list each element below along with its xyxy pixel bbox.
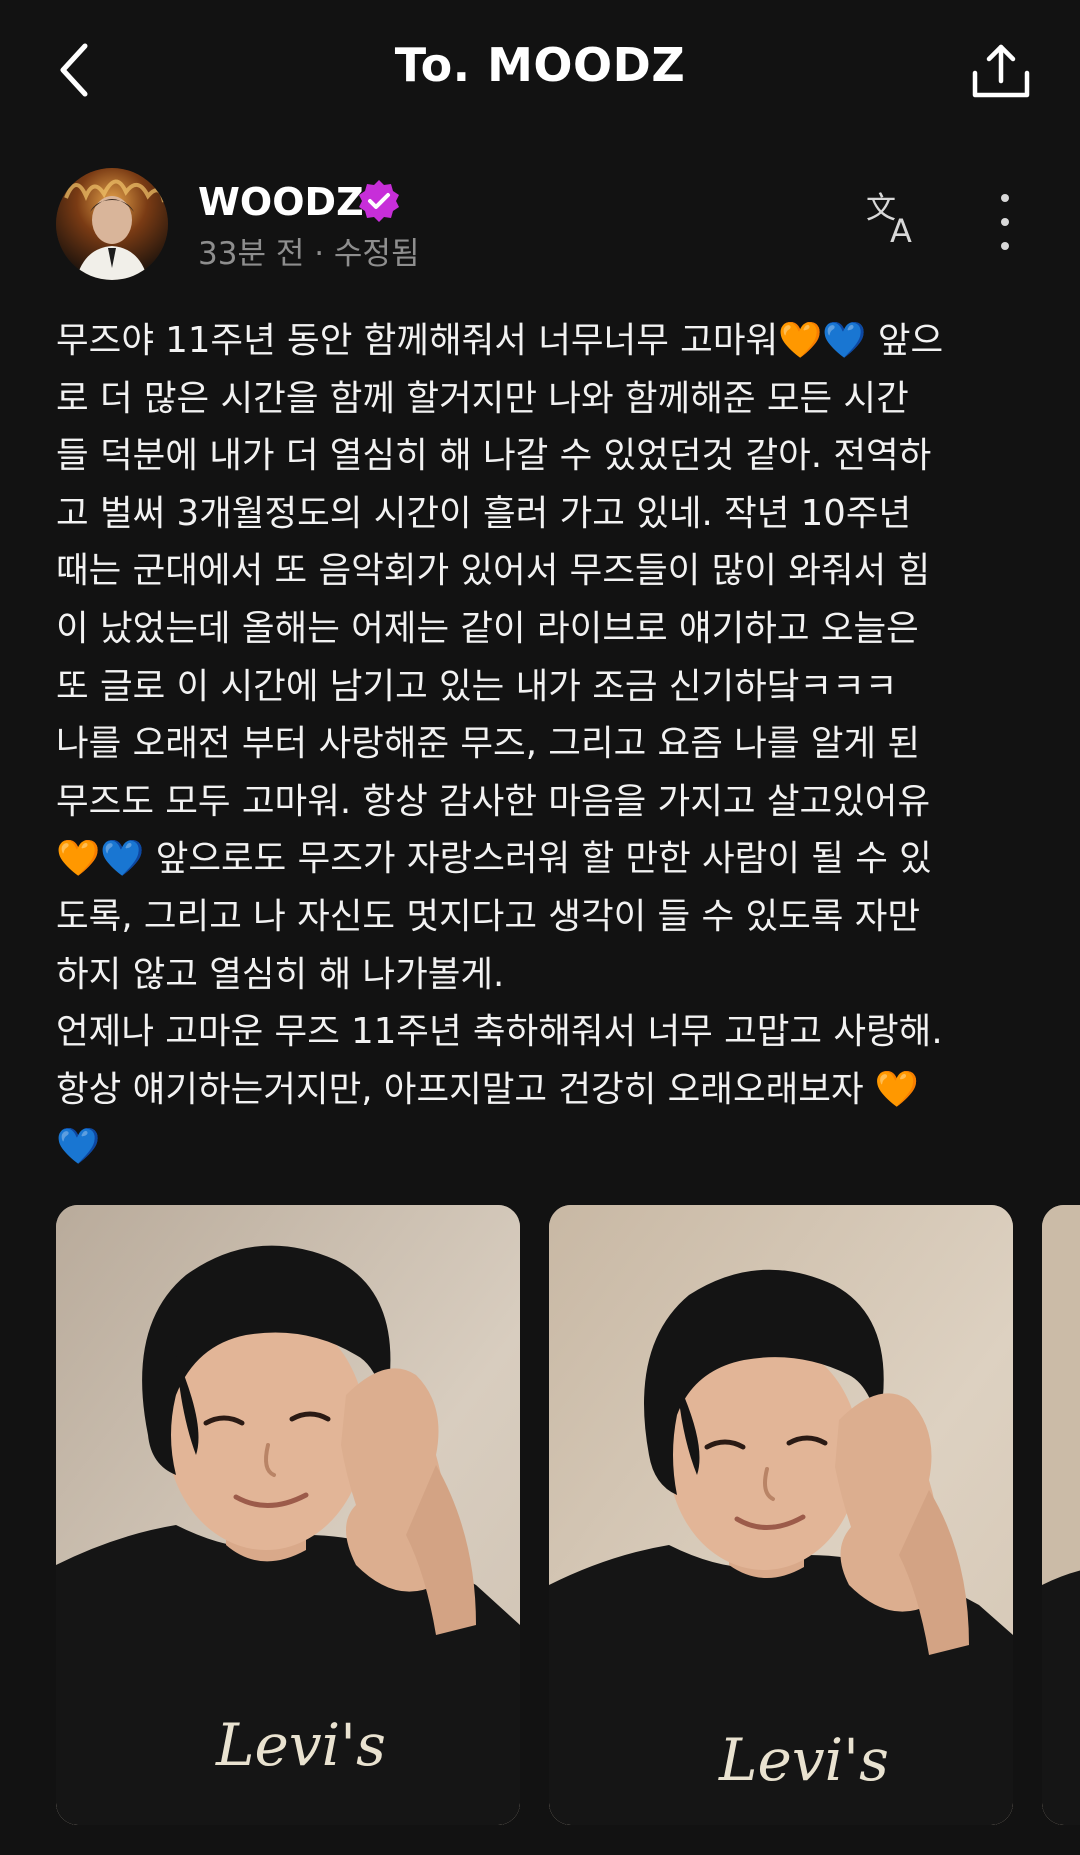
share-icon [972, 44, 1030, 98]
svg-text:A: A [890, 212, 912, 248]
translate-icon: 文 A [866, 191, 912, 250]
dot-icon [1001, 218, 1009, 226]
share-button[interactable] [966, 36, 1036, 106]
post-screen: To. MOODZ WOODZ 33분 전 · 수정됨 文 A 무즈야 11주년… [0, 0, 1080, 1855]
post-text-line: 고 벌써 3개월정도의 시간이 흘러 가고 있네. 작년 10주년 [56, 492, 912, 534]
post-author: WOODZ 33분 전 · 수정됨 文 A [56, 168, 1024, 288]
post-photo-2[interactable]: Levi's [549, 1205, 1013, 1825]
post-text-line: 무즈도 모두 고마워. 항상 감사한 마음을 가지고 살고있어유 [56, 780, 931, 822]
verified-badge-icon [359, 180, 399, 222]
post-time: 33분 전 · 수정됨 [198, 236, 420, 272]
post-text-line: 무즈야 11주년 동안 함께해줘서 너무너무 고마워🧡💙 앞으 [56, 320, 944, 361]
selfie-image [1042, 1205, 1080, 1825]
shirt-print: Levi's [718, 1726, 889, 1794]
selfie-image: Levi's [549, 1205, 1013, 1825]
post-text-line: 🧡💙 앞으로도 무즈가 자랑스러워 할 만한 사람이 될 수 있 [56, 838, 932, 880]
post-text-line: 들 덕분에 내가 더 열심히 해 나갈 수 있었던것 같아. 전역하 [56, 435, 932, 477]
avatar-image [56, 168, 168, 280]
selfie-image: Levi's [56, 1205, 520, 1825]
dot-icon [1001, 242, 1009, 250]
translate-button[interactable]: 文 A [864, 188, 924, 250]
post-photo-3[interactable] [1042, 1205, 1080, 1825]
top-bar: To. MOODZ [0, 0, 1080, 140]
post-text-line: 도록, 그리고 나 자신도 멋지다고 생각이 들 수 있도록 자만 [56, 895, 921, 937]
post-photo-1[interactable]: Levi's [56, 1205, 520, 1825]
dot-icon [1001, 194, 1009, 202]
photo-carousel[interactable]: Levi's Levi's [56, 1205, 1080, 1825]
author-name[interactable]: WOODZ [198, 180, 364, 224]
more-options-button[interactable] [990, 194, 1020, 250]
shirt-print: Levi's [215, 1711, 386, 1779]
post-text-line: 언제나 고마운 무즈 11주년 축하해줘서 너무 고맙고 사랑해. [56, 1011, 943, 1053]
post-text-line: 항상 얘기하는거지만, 아프지말고 건강히 오래오래보자 🧡 [56, 1068, 920, 1110]
post-text-line: 또 글로 이 시간에 남기고 있는 내가 조금 신기하닼ㅋㅋㅋ [56, 665, 898, 707]
post-text-line: 때는 군대에서 또 음악회가 있어서 무즈들이 많이 와줘서 힘 [56, 550, 931, 592]
post-text-line: 나를 오래전 부터 사랑해준 무즈, 그리고 요즘 나를 알게 된 [56, 723, 921, 765]
post-text-line: 이 났었는데 올해는 어제는 같이 라이브로 얘기하고 오늘은 [56, 607, 919, 649]
post-text-line: 💙 [56, 1126, 101, 1168]
post-text-line: 하지 않고 열심히 해 나가볼게. [56, 953, 505, 995]
post-body: 무즈야 11주년 동안 함께해줘서 너무너무 고마워🧡💙 앞으 로 더 많은 시… [56, 312, 1024, 1176]
page-title: To. MOODZ [394, 38, 686, 92]
post-text-line: 로 더 많은 시간을 함께 할거지만 나와 함께해준 모든 시간 [56, 377, 909, 419]
avatar[interactable] [56, 168, 168, 280]
